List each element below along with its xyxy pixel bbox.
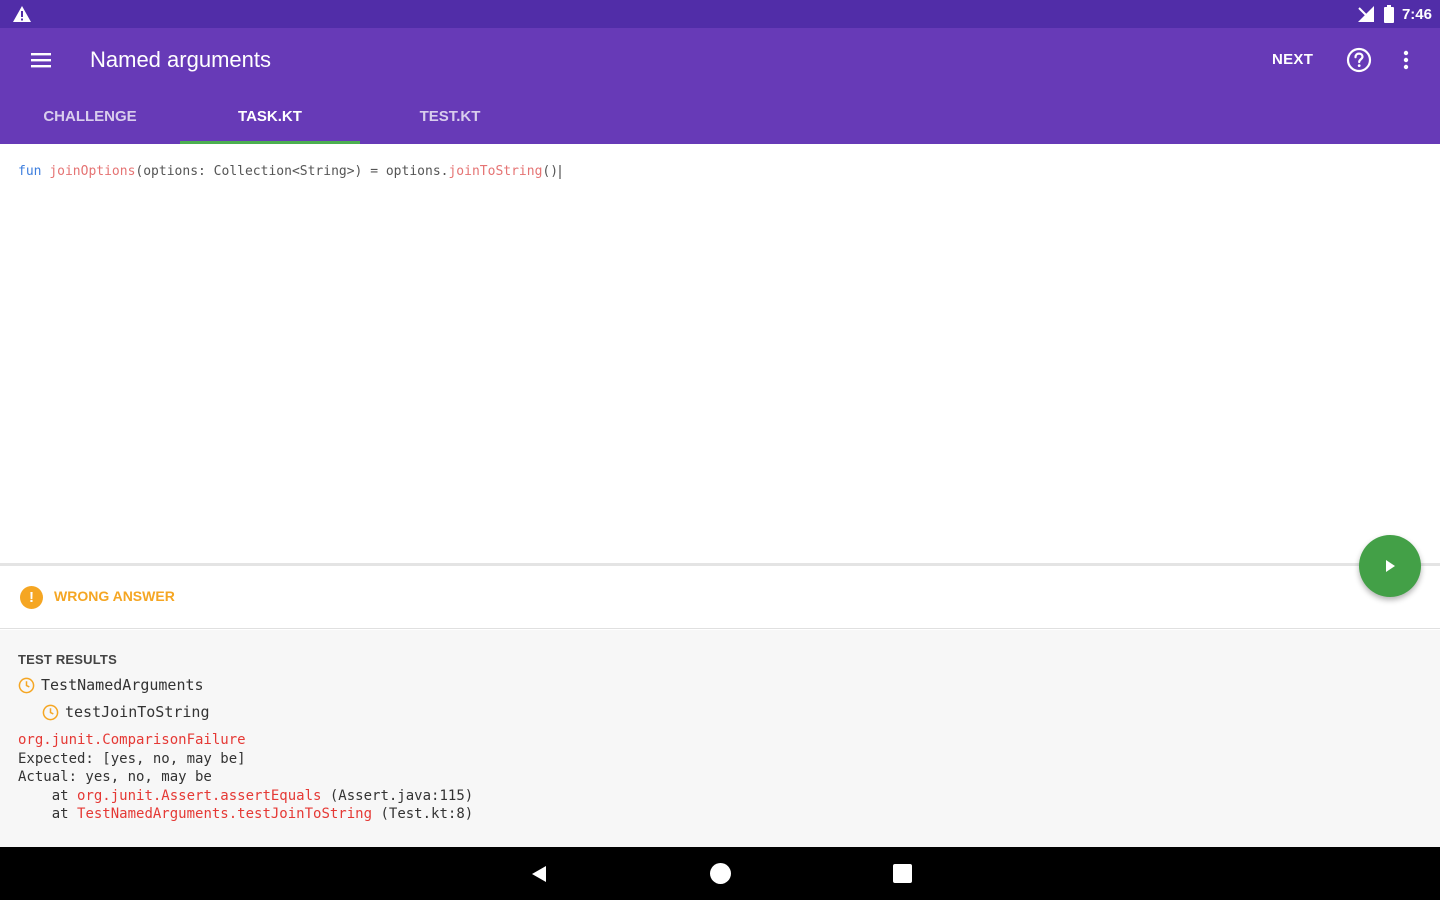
status-time: 7:46 (1401, 5, 1432, 23)
result-status-bar: ! WRONG ANSWER (0, 566, 1440, 629)
clock-icon (42, 704, 59, 720)
test-results-panel: TEST RESULTS TestNamedArguments testJoin… (0, 630, 1440, 847)
page-title: Named arguments (90, 47, 271, 72)
more-options-button[interactable] (1394, 44, 1418, 76)
more-vert-icon (1403, 50, 1409, 70)
test-suite-row[interactable]: TestNamedArguments (18, 676, 204, 694)
play-icon (1386, 560, 1395, 572)
frame-location: (Assert.java:115) (321, 787, 474, 804)
tab-test-kt[interactable]: TEST.KT (360, 98, 540, 144)
frame-method-link[interactable]: TestNamedArguments.testJoinToString (77, 806, 372, 822)
actual-line: Actual: yes, no, may be (18, 769, 212, 785)
menu-button[interactable] (22, 44, 60, 76)
home-icon[interactable] (710, 863, 731, 884)
code-call-name: joinToString (448, 164, 543, 179)
frame-method-link[interactable]: org.junit.Assert.assertEquals (77, 788, 321, 804)
recents-icon[interactable] (893, 864, 912, 883)
code-function-name: joinOptions (49, 164, 136, 179)
battery-icon (1383, 5, 1394, 23)
code-line[interactable]: fun joinOptions(options: Collection<Stri… (18, 164, 562, 179)
code-editor[interactable]: fun joinOptions(options: Collection<Stri… (0, 144, 1440, 564)
code-signature: (options: Collection<String>) = options. (135, 164, 449, 179)
at-prefix: at (18, 787, 78, 804)
menu-icon (31, 53, 51, 68)
alert-icon: ! (20, 586, 43, 609)
status-icons: 7:46 (1356, 4, 1432, 24)
code-call-args: () (542, 164, 559, 179)
wrong-answer-label: WRONG ANSWER (54, 588, 175, 604)
exception-name[interactable]: org.junit.ComparisonFailure (18, 732, 246, 748)
tab-task-kt[interactable]: TASK.KT (180, 98, 360, 144)
expected-line: Expected: [yes, no, may be] (18, 750, 246, 767)
tab-challenge[interactable]: CHALLENGE (0, 98, 180, 144)
help-button[interactable] (1343, 44, 1375, 76)
system-nav-bar (0, 847, 1440, 900)
text-cursor (559, 164, 562, 179)
test-results-title: TEST RESULTS (18, 652, 117, 667)
app-bar: Named arguments NEXT CHALLENGE TASK.KT T… (0, 28, 1440, 144)
stack-trace: org.junit.ComparisonFailure Expected: [y… (18, 731, 473, 824)
run-button[interactable] (1359, 535, 1421, 597)
test-suite-name: TestNamedArguments (41, 676, 204, 694)
back-icon[interactable] (528, 863, 550, 885)
help-icon (1346, 47, 1372, 73)
test-case-name: testJoinToString (65, 703, 210, 721)
frame-location: (Test.kt:8) (372, 806, 474, 822)
code-keyword: fun (18, 164, 42, 179)
clock-icon (18, 677, 35, 693)
signal-icon (1357, 6, 1374, 22)
status-bar: 7:46 (0, 0, 1440, 28)
at-prefix: at (18, 806, 78, 822)
warning-icon (13, 6, 31, 22)
test-case-row[interactable]: testJoinToString (42, 703, 210, 721)
tab-bar: CHALLENGE TASK.KT TEST.KT (0, 98, 540, 144)
next-button[interactable]: NEXT (1272, 44, 1313, 76)
